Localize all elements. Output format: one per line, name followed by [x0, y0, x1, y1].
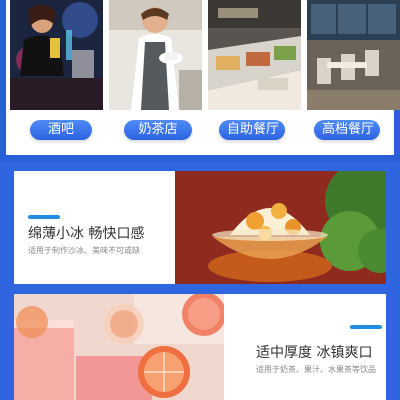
feature-subtitle: 适用于奶茶、果汁、水果茶等饮品: [256, 365, 376, 374]
venue-bar[interactable]: [10, 0, 103, 110]
feature-title: 适中厚度 冰镇爽口: [256, 345, 373, 361]
venue-label-buffet[interactable]: 自助餐厅: [219, 120, 285, 140]
bar-photo: [10, 0, 103, 110]
milk-tea-shop-photo: [109, 0, 202, 110]
venue-label-milk-tea-shop[interactable]: 奶茶店: [124, 120, 192, 140]
venue-milk-tea-shop[interactable]: [109, 0, 202, 110]
feature-title: 绵薄小冰 畅快口感: [28, 226, 145, 242]
accent-bar: [28, 215, 60, 219]
venue-buffet[interactable]: [208, 0, 301, 110]
venue-label-fine-dining[interactable]: 高档餐厅: [314, 120, 380, 140]
venue-panel: 酒吧 奶茶店 自助餐厅 高档餐厅: [0, 0, 400, 161]
venue-fine-dining[interactable]: [307, 0, 400, 110]
feature-card-drinks: 适中厚度 冰镇爽口 适用于奶茶、果汁、水果茶等饮品: [14, 294, 386, 400]
accent-bar: [350, 325, 382, 329]
buffet-photo: [208, 0, 301, 110]
feature-card-shaved-ice: 绵薄小冰 畅快口感 适用于制作沙冰、美味不可或缺: [14, 171, 386, 284]
grapefruit-drink-photo: [14, 294, 224, 400]
feature-text-shaved-ice: 绵薄小冰 畅快口感 适用于制作沙冰、美味不可或缺: [14, 171, 174, 284]
shaved-ice-dessert-photo: [175, 171, 386, 284]
fine-dining-photo: [307, 0, 400, 110]
feature-subtitle: 适用于制作沙冰、美味不可或缺: [28, 246, 140, 255]
venue-label-bar[interactable]: 酒吧: [30, 120, 92, 140]
feature-text-drinks: 适中厚度 冰镇爽口 适用于奶茶、果汁、水果茶等饮品: [224, 294, 386, 400]
